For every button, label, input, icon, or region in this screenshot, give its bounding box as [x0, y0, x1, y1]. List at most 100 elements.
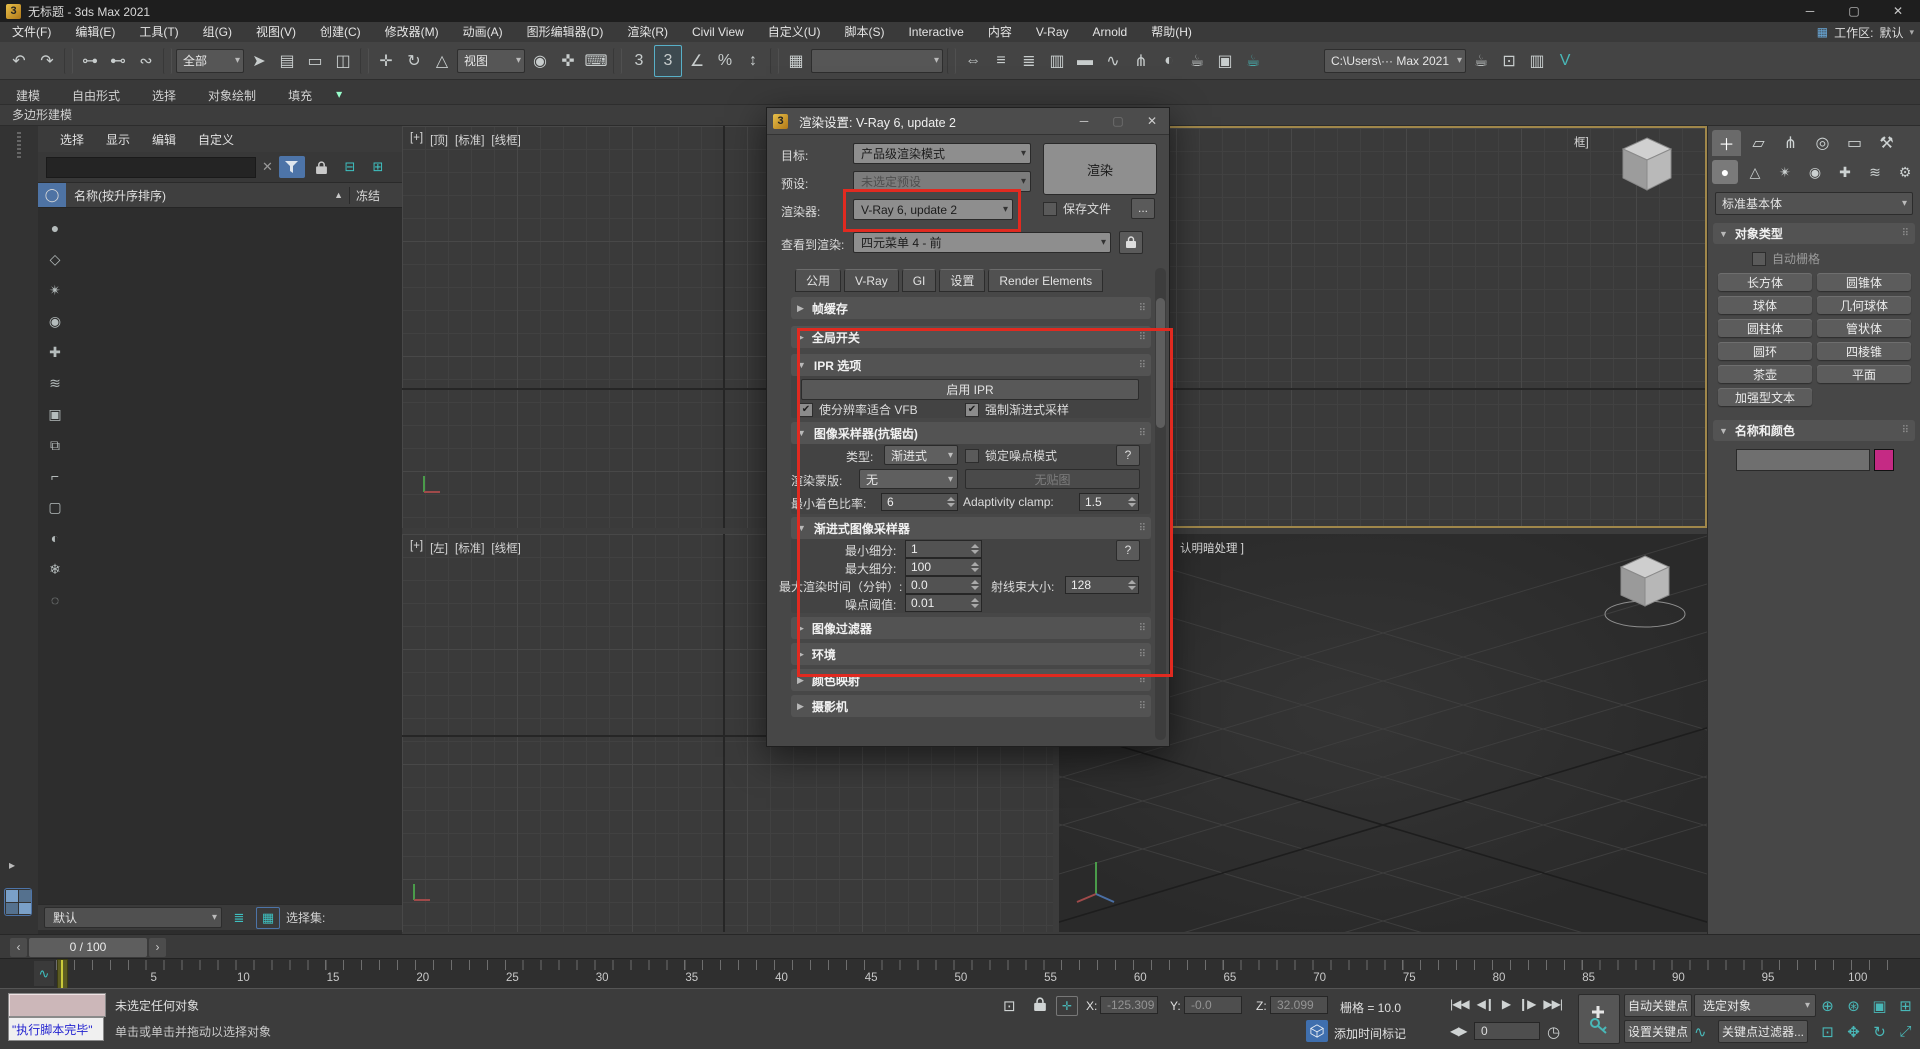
- menu-item[interactable]: 帮助(H): [1139, 25, 1204, 39]
- dialog-tab[interactable]: V-Ray: [844, 269, 899, 292]
- display-lights-icon[interactable]: ✴: [49, 282, 61, 302]
- render-iterative-icon[interactable]: ☕: [1468, 46, 1494, 76]
- view-lock-button[interactable]: [1119, 231, 1143, 254]
- sampler-type-dropdown[interactable]: 渐进式: [884, 445, 958, 465]
- separator[interactable]: [770, 48, 779, 74]
- scrollbar-thumb[interactable]: [1156, 298, 1165, 428]
- dialog-tab[interactable]: GI: [902, 269, 937, 292]
- previous-frame-button[interactable]: ◀❙: [1473, 997, 1498, 1011]
- tab-create[interactable]: ＋: [1712, 130, 1741, 156]
- vray-toolbar-icon[interactable]: V: [1552, 46, 1578, 76]
- max-subdivs-spinner[interactable]: 100: [905, 558, 982, 576]
- reference-coordinate-combo[interactable]: 视图: [457, 49, 525, 73]
- explorer-preset-combo[interactable]: 默认: [44, 907, 222, 928]
- project-folder-combo[interactable]: C:\Users\··· Max 2021: [1324, 49, 1466, 73]
- frozen-column-header[interactable]: 冻结: [349, 187, 402, 204]
- close-button[interactable]: ✕: [1876, 0, 1920, 22]
- ribbon-tab[interactable]: 选择: [136, 86, 192, 106]
- tab-motion[interactable]: ◎: [1808, 130, 1837, 156]
- menu-item[interactable]: 自定义(U): [756, 25, 833, 39]
- align-icon[interactable]: ≡: [988, 46, 1014, 76]
- menu-item[interactable]: Interactive: [896, 25, 975, 39]
- unlink-selection-icon[interactable]: ⊷: [105, 46, 131, 76]
- rollout-camera[interactable]: ▶摄影机⠿: [791, 695, 1151, 717]
- workspace-value[interactable]: 默认: [1879, 24, 1903, 41]
- workspace-selector[interactable]: ▦ 工作区: 默认 ▾: [1817, 22, 1914, 42]
- snaps-toggle-2d-icon[interactable]: 3: [626, 46, 652, 76]
- selected-objects-combo[interactable]: 选定对象▾: [1694, 994, 1816, 1017]
- viewport-label[interactable]: [+]: [410, 132, 423, 148]
- viewport-layout-tabs-icon[interactable]: [4, 888, 32, 916]
- menu-item[interactable]: Civil View: [680, 25, 756, 39]
- ribbon-tab[interactable]: 填充: [272, 86, 328, 106]
- rollout-frame-buffer[interactable]: ▶帧缓存⠿: [791, 297, 1151, 319]
- separator[interactable]: [360, 48, 369, 74]
- explorer-menu-item[interactable]: 选择: [50, 131, 94, 148]
- add-time-tag-label[interactable]: 添加时间标记: [1334, 1025, 1406, 1042]
- curve-editor-icon[interactable]: ∿: [1100, 46, 1126, 76]
- percent-snap-icon[interactable]: %: [712, 46, 738, 76]
- separator[interactable]: [163, 48, 172, 74]
- progressive-help-button[interactable]: ?: [1116, 540, 1140, 561]
- menu-item[interactable]: 编辑(E): [63, 25, 127, 39]
- menu-item[interactable]: V-Ray: [1024, 25, 1081, 39]
- search-input[interactable]: [46, 157, 256, 178]
- separator[interactable]: [613, 48, 622, 74]
- use-pivot-point-icon[interactable]: ◉: [527, 46, 553, 76]
- viewport-label[interactable]: [标准]: [455, 132, 484, 148]
- named-selection-sets-combo[interactable]: [811, 49, 943, 73]
- display-geometry-icon[interactable]: ●: [51, 220, 59, 240]
- rectangular-selection-region-icon[interactable]: ▭: [302, 46, 328, 76]
- viewport-label[interactable]: [左]: [430, 540, 448, 556]
- menu-item[interactable]: 组(G): [191, 25, 244, 39]
- viewcube-icon[interactable]: [1617, 134, 1677, 198]
- selection-lock-icon[interactable]: [1034, 997, 1046, 1015]
- set-keys-big-button[interactable]: [1578, 994, 1620, 1044]
- dialog-title-bar[interactable]: 3 渲染设置: V-Ray 6, update 2 ─ ▢ ✕: [767, 108, 1169, 135]
- explorer-menu-item[interactable]: 编辑: [142, 131, 186, 148]
- explorer-menu-item[interactable]: 显示: [96, 131, 140, 148]
- viewport-label[interactable]: [顶]: [430, 132, 448, 148]
- go-to-end-button[interactable]: ▶▶|: [1539, 997, 1566, 1011]
- force-progressive-checkbox[interactable]: ✔: [965, 403, 979, 417]
- maximize-button[interactable]: ▢: [1832, 0, 1876, 22]
- rollout-image-sampler[interactable]: ▼图像采样器(抗锯齿)⠿: [791, 422, 1151, 444]
- maximize-viewport-icon[interactable]: ⤢: [1894, 1020, 1917, 1043]
- object-class-dropdown[interactable]: 标准基本体: [1715, 192, 1913, 215]
- set-key-button[interactable]: 设置关键点: [1624, 1020, 1692, 1043]
- menu-item[interactable]: 修改器(M): [373, 25, 451, 39]
- snaps-toggle-3d-icon[interactable]: 3: [654, 45, 682, 77]
- separator[interactable]: [64, 48, 73, 74]
- rollout-global-switches[interactable]: ▶全局开关⠿: [791, 326, 1151, 348]
- transform-type-in-icon[interactable]: ✛: [1056, 996, 1078, 1016]
- toggle-layer-explorer-icon[interactable]: ▥: [1044, 46, 1070, 76]
- zoom-extents-icon[interactable]: ▣: [1868, 994, 1891, 1017]
- menu-item[interactable]: 内容: [976, 25, 1024, 39]
- display-groups-icon[interactable]: ▣: [48, 406, 61, 426]
- viewport-label-fragment[interactable]: 认明暗处理 ]: [1180, 540, 1244, 556]
- undo-button[interactable]: ↶: [6, 46, 32, 76]
- primitive-button[interactable]: 平面: [1817, 365, 1911, 383]
- schematic-view-icon[interactable]: ⋔: [1128, 46, 1154, 76]
- render-mask-dropdown[interactable]: 无: [859, 469, 958, 489]
- rollout-image-filter[interactable]: ▶图像过滤器⠿: [791, 617, 1151, 639]
- dialog-close-button[interactable]: ✕: [1135, 114, 1169, 128]
- z-coordinate-field[interactable]: 32.099: [1270, 996, 1328, 1014]
- ribbon-tab[interactable]: 对象绘制: [192, 86, 272, 106]
- viewport-label[interactable]: [线框]: [491, 540, 520, 556]
- category-systems-icon[interactable]: ⚙: [1892, 160, 1918, 184]
- dialog-scrollbar[interactable]: [1155, 268, 1166, 740]
- time-slider-handle[interactable]: 0 / 100: [29, 938, 147, 957]
- collapse-hierarchy-icon[interactable]: ⊞: [367, 157, 389, 177]
- minimize-button[interactable]: ─: [1788, 0, 1832, 22]
- track-bar[interactable]: ∿ 05101520253035404550556065707580859095…: [0, 958, 1920, 989]
- preset-dropdown[interactable]: 未选定预设: [853, 171, 1031, 192]
- lock-cell-editing-icon[interactable]: [311, 157, 333, 177]
- display-helpers-icon[interactable]: ✚: [49, 344, 61, 364]
- category-shapes-icon[interactable]: △: [1742, 160, 1768, 184]
- mini-curve-editor-icon[interactable]: ∿: [34, 961, 54, 986]
- bind-to-space-warp-icon[interactable]: ∾: [133, 46, 159, 76]
- ray-bundle-size-spinner[interactable]: 128: [1065, 576, 1139, 594]
- object-name-field[interactable]: [1736, 449, 1870, 471]
- current-frame-marker[interactable]: [57, 959, 68, 990]
